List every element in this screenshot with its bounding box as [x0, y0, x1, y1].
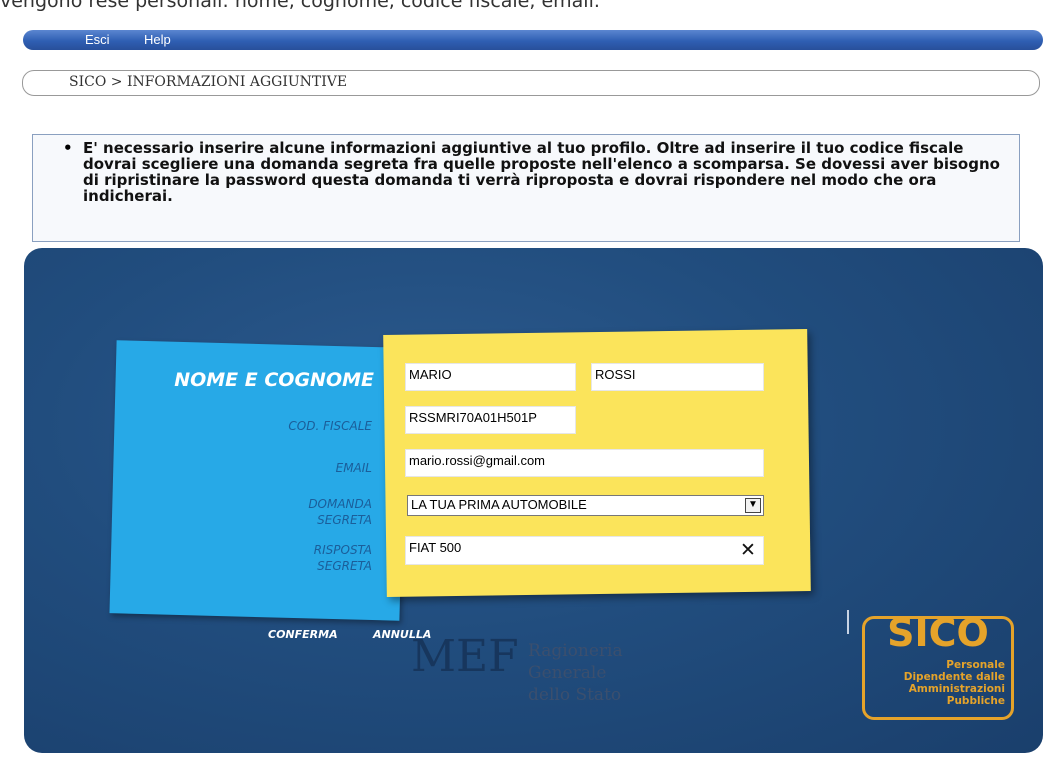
top-menu-bar: Esci Help: [23, 30, 1043, 50]
secret-question-value: LA TUA PRIMA AUTOMOBILE: [411, 497, 587, 512]
info-box: • E' necessario inserire alcune informaz…: [32, 134, 1020, 242]
label-tax-code: COD. FISCALE: [288, 419, 372, 433]
last-name-field[interactable]: ROSSI: [591, 363, 764, 391]
form-panel: NOME E COGNOME COD. FISCALE EMAIL DOMAND…: [24, 248, 1043, 753]
mef-line-2: Generale: [528, 663, 607, 683]
info-bullet: •: [63, 139, 73, 157]
sico-line-3: Amministrazioni: [908, 683, 1005, 695]
secret-question-select[interactable]: LA TUA PRIMA AUTOMOBILE ▼: [407, 495, 764, 516]
sico-line-1: Personale: [946, 659, 1005, 671]
sico-logo-title: SICO: [887, 611, 989, 655]
tax-code-field[interactable]: RSSMRI70A01H501P: [405, 406, 576, 434]
menu-exit[interactable]: Esci: [85, 32, 110, 47]
mef-line-3: dello Stato: [528, 685, 622, 705]
sico-line-4: Pubbliche: [946, 695, 1005, 707]
label-secret-answer: RISPOSTA SEGRETA: [313, 543, 372, 573]
first-name-field[interactable]: MARIO: [405, 363, 576, 391]
email-field[interactable]: mario.rossi@gmail.com: [405, 449, 764, 477]
label-email: EMAIL: [335, 461, 372, 475]
clear-icon[interactable]: ✕: [740, 539, 756, 561]
sico-logo: SICO Personale Dipendente dalle Amminist…: [862, 611, 1014, 720]
mef-line-1: Ragioneria: [528, 641, 623, 661]
sico-line-2: Dipendente dalle: [903, 671, 1005, 683]
breadcrumb-text: SICO > INFORMAZIONI AGGIUNTIVE: [69, 74, 348, 90]
confirm-button[interactable]: CONFERMA: [268, 628, 338, 641]
mef-logo: MEF: [411, 631, 519, 682]
menu-help[interactable]: Help: [144, 32, 171, 47]
breadcrumb: SICO > INFORMAZIONI AGGIUNTIVE: [22, 70, 1040, 96]
sico-logo-subtitle: Personale Dipendente dalle Amministrazio…: [904, 659, 1005, 707]
info-text: E' necessario inserire alcune informazio…: [83, 139, 1000, 205]
secret-answer-field[interactable]: FIAT 500: [405, 536, 764, 565]
chevron-down-icon[interactable]: ▼: [745, 498, 761, 513]
page-intro-text: vengono rese personali: nome, cognome, c…: [0, 0, 600, 12]
divider: [847, 610, 849, 634]
label-name: NOME E COGNOME: [174, 369, 374, 391]
label-secret-question: DOMANDA SEGRETA: [308, 497, 372, 527]
mef-logo-text: Ragioneria Generale dello Stato: [528, 640, 623, 706]
